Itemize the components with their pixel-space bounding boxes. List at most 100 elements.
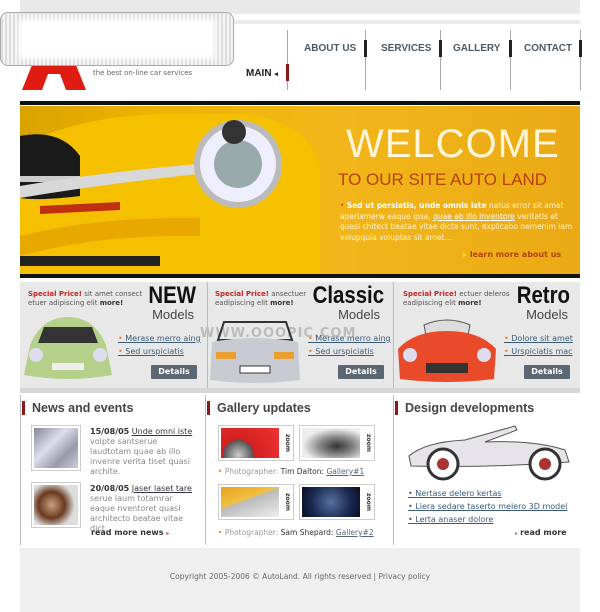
concept-car-sketch	[408, 425, 570, 481]
section-divider	[393, 395, 394, 545]
learn-more-label: learn more about us	[469, 250, 562, 259]
details-button[interactable]: Details	[338, 365, 384, 379]
special-price-text: Special Price! sit amet consect etuer ad…	[28, 290, 148, 308]
photographer-credit: • Photographer: Tim Dalton: Gallery#1	[218, 467, 365, 476]
tagline: the best on-line car services	[93, 69, 193, 77]
arrow-left-icon: ◂	[274, 71, 278, 78]
news-item: 15/08/05 Unde omni iste volpte santserue …	[90, 427, 195, 477]
nav-marker	[509, 40, 512, 57]
privacy-policy-link[interactable]: Privacy policy	[378, 572, 430, 581]
gallery-thumbnail[interactable]: zoom	[218, 484, 294, 520]
nav-divider	[580, 30, 581, 90]
model-title: NEW	[148, 282, 196, 309]
gallery-link[interactable]: Gallery#2	[336, 528, 374, 537]
nav-marker-active	[286, 64, 289, 81]
read-more-link[interactable]: ▸ read more	[515, 528, 567, 537]
banner-link[interactable]: quae ab illo inventore	[433, 212, 515, 221]
arrow-right-icon: ▸	[463, 250, 470, 259]
model-link[interactable]: Urspiciatis mac	[504, 345, 572, 358]
model-link[interactable]: Merase merro aing	[308, 332, 390, 345]
photographer-label: Photographer:	[224, 528, 279, 537]
more-link[interactable]: more!	[100, 299, 124, 307]
nav-contact[interactable]: CONTACT	[524, 43, 572, 54]
footer-separator: |	[373, 572, 377, 581]
banner-title: WELCOME	[346, 122, 560, 166]
model-subtitle: Models	[338, 307, 380, 322]
model-link[interactable]: Dolore sit amet	[504, 332, 573, 345]
nav-divider	[510, 30, 511, 90]
news-thumbnail[interactable]	[31, 482, 81, 528]
model-subtitle: Models	[526, 307, 568, 322]
nav-services[interactable]: SERVICES	[381, 43, 431, 54]
gallery-thumbnail[interactable]: zoom	[218, 425, 294, 461]
news-link[interactable]: Jaser laset tare	[132, 484, 192, 493]
nav-marker	[364, 40, 367, 57]
special-price-text: Special Price! ansectuer eadipiscing eli…	[215, 290, 310, 308]
nav-divider	[287, 30, 288, 90]
more-link[interactable]: more!	[458, 299, 482, 307]
gallery-link[interactable]: Gallery#1	[326, 467, 364, 476]
zoom-label[interactable]: zoom	[279, 487, 291, 517]
special-label: Special Price!	[403, 290, 457, 298]
classic-model-car-image	[210, 321, 300, 383]
photographer-credit: • Photographer: Sam Shepard: Gallery#2	[218, 528, 374, 537]
nav-gallery[interactable]: GALLERY	[453, 43, 500, 54]
news-text: volpte santserue laudtotam quae ab illo …	[90, 437, 190, 476]
model-link[interactable]: Sed urspiciatis	[308, 345, 374, 358]
model-subtitle: Models	[152, 307, 194, 322]
section-divider	[20, 395, 21, 545]
news-title: News and events	[22, 401, 133, 415]
news-link[interactable]: Unde omni iste	[132, 427, 192, 436]
retro-model-car-image	[398, 319, 496, 382]
read-more-news-link[interactable]: read more news ▸	[91, 528, 169, 537]
divider	[20, 388, 580, 393]
blurred-logo-overlay	[0, 12, 234, 66]
nav-marker	[439, 40, 442, 57]
gallery-thumbnail[interactable]: zoom	[299, 425, 375, 461]
news-item: 20/08/05 Jaser laset tare serue laum tota…	[90, 484, 195, 534]
read-more-news-label: read more news	[91, 528, 164, 537]
section-divider	[205, 395, 206, 545]
design-title: Design developments	[395, 401, 534, 415]
zoom-label[interactable]: zoom	[360, 428, 372, 458]
copyright: Copyright 2005-2006 © AutoLand. All righ…	[169, 572, 372, 581]
model-title: Classic	[312, 282, 385, 309]
model-link[interactable]: Merase merro aing	[118, 332, 200, 345]
divider	[20, 274, 580, 278]
nav-about-us[interactable]: ABOUT US	[304, 43, 356, 54]
nav-divider	[365, 30, 366, 90]
car-front-image	[20, 114, 320, 274]
details-button[interactable]: Details	[524, 365, 570, 379]
design-link[interactable]: Liera sedare taserto melero 3D model	[408, 501, 567, 514]
photographer-name: Tim Dalton:	[280, 467, 325, 476]
news-date: 15/08/05	[90, 427, 130, 436]
learn-more-link[interactable]: ▸ learn more about us	[463, 250, 561, 259]
divider	[20, 101, 580, 105]
read-more-label: read more	[520, 528, 567, 537]
more-link[interactable]: more!	[270, 299, 294, 307]
details-button[interactable]: Details	[151, 365, 197, 379]
nav-marker	[579, 40, 582, 57]
design-link[interactable]: Lerta anaser dolore	[408, 514, 493, 527]
gallery-title: Gallery updates	[207, 401, 311, 415]
nav-main-label: MAIN	[246, 68, 272, 79]
zoom-label[interactable]: zoom	[279, 428, 291, 458]
new-model-car-image	[24, 317, 112, 379]
news-thumbnail[interactable]	[31, 425, 81, 471]
banner-lead: Sed ut persiatis, unde omnis iste	[346, 201, 487, 210]
gallery-thumbnail[interactable]: zoom	[299, 484, 375, 520]
special-label: Special Price!	[215, 290, 269, 298]
special-label: Special Price!	[28, 290, 82, 298]
footer-text: Copyright 2005-2006 © AutoLand. All righ…	[0, 572, 600, 581]
news-date: 20/08/05	[90, 484, 130, 493]
special-price-text: Special Price! ectuer deleros eadipiscin…	[403, 290, 513, 308]
photographer-label: Photographer:	[224, 467, 279, 476]
zoom-label[interactable]: zoom	[360, 487, 372, 517]
model-link[interactable]: Sed urspiciatis	[118, 345, 184, 358]
nav-divider	[440, 30, 441, 90]
model-title: Retro	[516, 282, 570, 309]
design-link[interactable]: Nertase delero kertas	[408, 488, 501, 501]
arrow-right-icon: ▸	[166, 530, 170, 537]
nav-main[interactable]: MAIN ◂	[246, 68, 278, 79]
photographer-name: Sam Shepard:	[280, 528, 334, 537]
